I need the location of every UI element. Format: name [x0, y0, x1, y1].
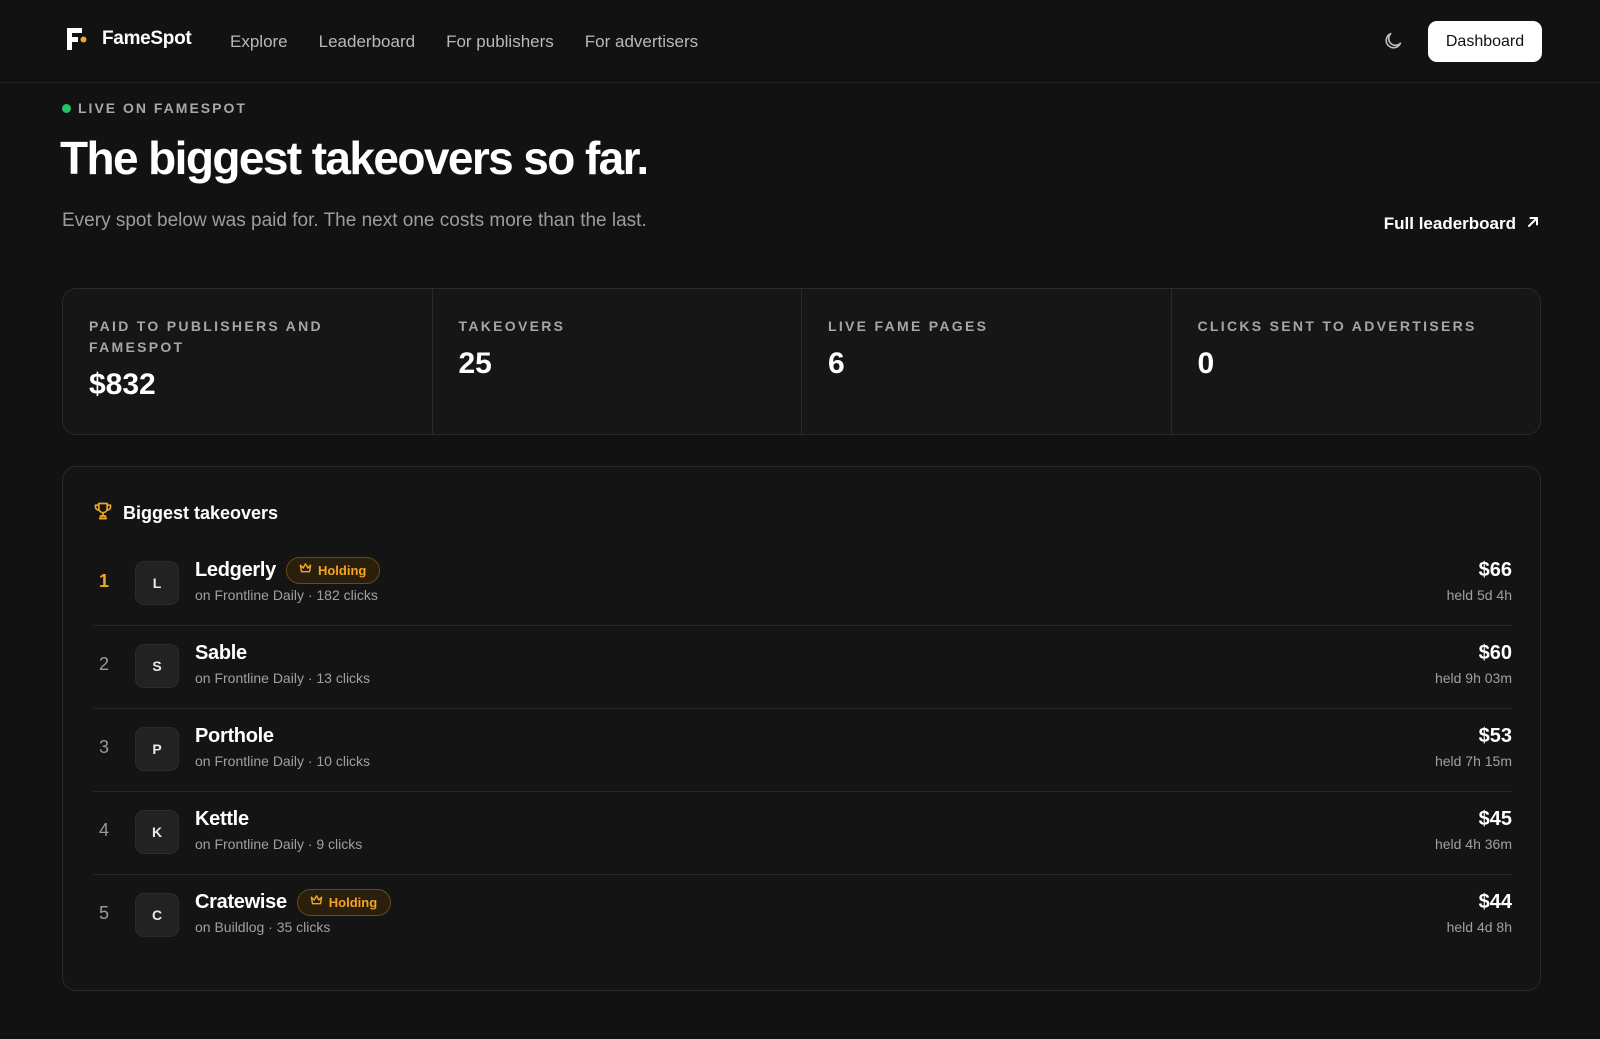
- live-status-dot: [62, 103, 71, 113]
- rank-number: 3: [99, 737, 110, 757]
- rank-number: 5: [99, 903, 110, 923]
- crown-icon: [310, 893, 323, 911]
- holding-label: Holding: [317, 562, 367, 578]
- takeover-amount: $53: [1478, 725, 1512, 747]
- stat-live-pages: LIVE FAME PAGES 6: [802, 289, 1172, 434]
- full-leaderboard-link[interactable]: Full leaderboard: [1384, 214, 1540, 234]
- brand-name: FameSpot: [102, 28, 192, 49]
- takeovers-list: 1 L Ledgerly Holding on Frontline Daily …: [93, 543, 1512, 958]
- full-leaderboard-label: Full leaderboard: [1383, 214, 1516, 233]
- stat-value: 25: [458, 347, 492, 380]
- stat-value: 0: [1197, 347, 1215, 380]
- row-title-line: Ledgerly Holding: [195, 555, 381, 585]
- takeover-amount: $60: [1478, 642, 1512, 664]
- row-main: Kettle on Frontline Daily · 9 clicks: [195, 804, 363, 853]
- nav-explore[interactable]: Explore: [230, 32, 288, 52]
- row-title-line: Kettle: [195, 804, 362, 834]
- row-subtitle: on Frontline Daily · 182 clicks: [195, 587, 378, 603]
- nav-for-advertisers[interactable]: For advertisers: [585, 32, 698, 52]
- nav-leaderboard[interactable]: Leaderboard: [319, 32, 415, 52]
- biggest-takeovers-panel: Biggest takeovers 1 L Ledgerly Holding o…: [62, 466, 1541, 991]
- stat-label: LIVE FAME PAGES: [828, 318, 989, 334]
- stat-label: PAID TO PUBLISHERS AND FAMESPOT: [89, 318, 323, 355]
- rank-number: 1: [99, 571, 110, 591]
- nav-links: Explore Leaderboard For publishers For a…: [230, 32, 698, 52]
- row-title-line: Sable: [195, 638, 370, 668]
- page-subtitle: Every spot below was paid for. The next …: [62, 210, 647, 231]
- row-right: $44 held 4d 8h: [1447, 887, 1512, 935]
- trophy-icon: [93, 501, 113, 526]
- row-subtitle: on Frontline Daily · 10 clicks: [195, 753, 371, 769]
- famespot-logo-icon: [66, 26, 88, 52]
- advertiser-name: Kettle: [195, 807, 249, 830]
- held-duration: held 4d 8h: [1446, 919, 1512, 935]
- stat-takeovers: TAKEOVERS 25: [433, 289, 802, 434]
- row-main: Cratewise Holding on Buildlog · 35 click…: [195, 887, 392, 935]
- held-duration: held 4h 36m: [1434, 836, 1512, 852]
- held-duration: held 7h 15m: [1434, 753, 1512, 769]
- dashboard-button[interactable]: Dashboard: [1428, 21, 1542, 62]
- avatar: C: [135, 893, 179, 937]
- stat-label: TAKEOVERS: [458, 318, 566, 334]
- live-indicator: LIVE ON FAMESPOT: [62, 100, 247, 116]
- avatar: K: [135, 810, 179, 854]
- brand[interactable]: FameSpot: [66, 26, 192, 52]
- holding-badge: Holding: [296, 888, 392, 916]
- stats-strip: PAID TO PUBLISHERS AND FAMESPOT $832 TAK…: [62, 288, 1541, 435]
- top-navbar: FameSpot Explore Leaderboard For publish…: [0, 0, 1600, 83]
- holding-label: Holding: [328, 894, 378, 910]
- takeover-row[interactable]: 3 P Porthole on Frontline Daily · 10 cli…: [93, 709, 1512, 792]
- row-subtitle: on Frontline Daily · 9 clicks: [195, 836, 363, 852]
- takeover-amount: $44: [1478, 891, 1512, 913]
- rank-number: 4: [99, 820, 110, 840]
- takeover-amount: $66: [1478, 559, 1512, 581]
- row-main: Sable on Frontline Daily · 13 clicks: [195, 638, 371, 687]
- row-right: $53 held 7h 15m: [1435, 721, 1512, 769]
- stat-clicks: CLICKS SENT TO ADVERTISERS 0: [1172, 289, 1541, 434]
- stat-value: 6: [828, 347, 845, 380]
- panel-title: Biggest takeovers: [123, 503, 279, 523]
- advertiser-name: Cratewise: [195, 890, 287, 913]
- stat-paid: PAID TO PUBLISHERS AND FAMESPOT $832: [63, 289, 433, 434]
- avatar: P: [135, 727, 179, 771]
- held-duration: held 9h 03m: [1434, 670, 1512, 686]
- panel-header: Biggest takeovers: [93, 501, 278, 526]
- avatar: L: [135, 561, 179, 605]
- stat-label: CLICKS SENT TO ADVERTISERS: [1197, 318, 1477, 334]
- advertiser-name: Porthole: [195, 724, 274, 747]
- takeover-amount: $45: [1478, 808, 1512, 830]
- avatar: S: [135, 644, 179, 688]
- moon-icon[interactable]: [1382, 30, 1404, 52]
- row-right: $45 held 4h 36m: [1435, 804, 1512, 852]
- takeover-row[interactable]: 1 L Ledgerly Holding on Frontline Daily …: [93, 543, 1512, 626]
- stat-value: $832: [89, 368, 156, 401]
- nav-for-publishers[interactable]: For publishers: [446, 32, 554, 52]
- row-main: Porthole on Frontline Daily · 10 clicks: [195, 721, 371, 770]
- row-right: $60 held 9h 03m: [1435, 638, 1512, 686]
- advertiser-name: Ledgerly: [195, 558, 276, 581]
- live-label: LIVE ON FAMESPOT: [78, 100, 247, 116]
- held-duration: held 5d 4h: [1446, 587, 1512, 603]
- takeover-row[interactable]: 4 K Kettle on Frontline Daily · 9 clicks…: [93, 792, 1512, 875]
- rank-number: 2: [99, 654, 110, 674]
- takeover-row[interactable]: 2 S Sable on Frontline Daily · 13 clicks…: [93, 626, 1512, 709]
- takeover-row[interactable]: 5 C Cratewise Holding on Buildlog · 35 c…: [93, 875, 1512, 958]
- advertiser-name: Sable: [195, 641, 247, 664]
- row-subtitle: on Buildlog · 35 clicks: [195, 919, 331, 935]
- row-title-line: Porthole: [195, 721, 370, 751]
- row-title-line: Cratewise Holding: [195, 887, 392, 917]
- arrow-up-right-icon: [1526, 214, 1540, 234]
- crown-icon: [299, 561, 312, 579]
- page-title: The biggest takeovers so far.: [60, 132, 649, 184]
- holding-badge: Holding: [285, 556, 381, 584]
- row-main: Ledgerly Holding on Frontline Daily · 18…: [195, 555, 381, 603]
- row-subtitle: on Frontline Daily · 13 clicks: [195, 670, 371, 686]
- row-right: $66 held 5d 4h: [1447, 555, 1512, 603]
